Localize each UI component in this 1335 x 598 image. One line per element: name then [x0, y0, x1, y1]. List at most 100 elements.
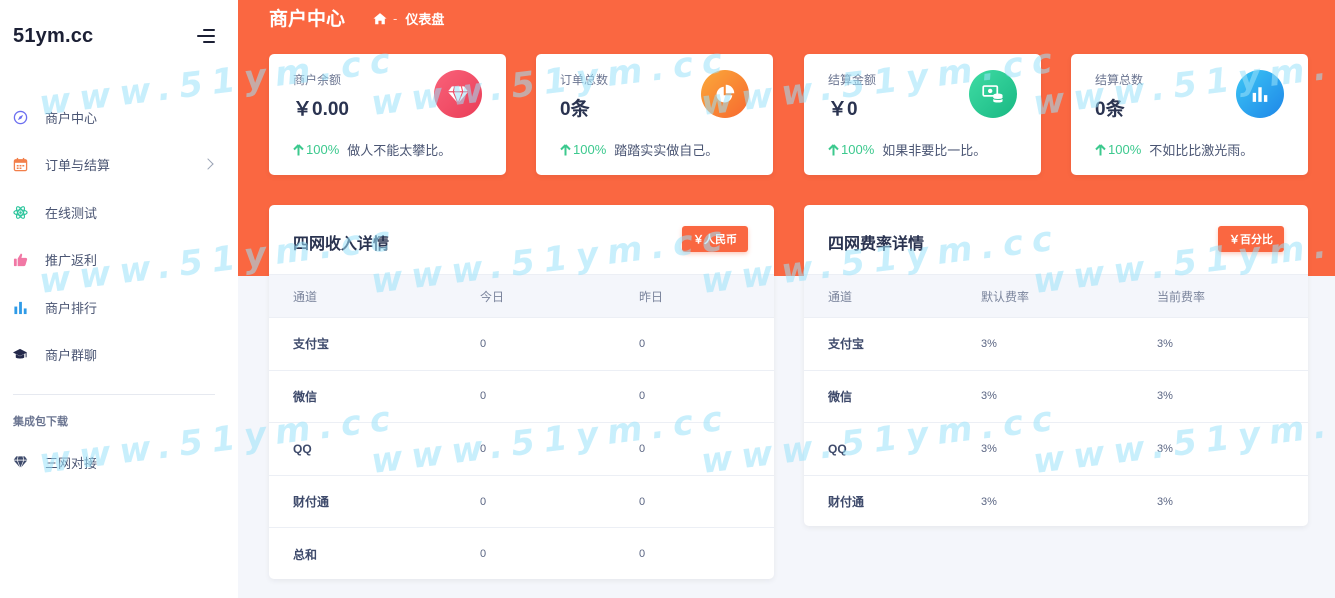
table-header: 通道 默认费率 当前费率: [804, 274, 1308, 318]
income-table: 通道 今日 昨日 支付宝 0 0 微信 0 0 QQ 0 0 财付通 0 0 总…: [269, 274, 774, 579]
channel-cell: 财付通: [828, 495, 865, 510]
chevron-right-icon: [202, 158, 214, 170]
value-cell: 3%: [981, 337, 997, 350]
bar-chart-icon: [1236, 70, 1284, 118]
table-row: 微信 0 0: [269, 370, 774, 423]
table-row: 总和 0 0: [269, 527, 774, 579]
column-header[interactable]: 昨日: [615, 274, 774, 318]
card-title: 四网收入详情: [293, 236, 390, 253]
stat-note: 不如比比激光雨。: [1149, 143, 1254, 158]
column-header[interactable]: 通道: [804, 274, 957, 318]
pie-chart-icon: [701, 70, 749, 118]
sidebar-item-group-chat[interactable]: 商户群聊: [0, 336, 238, 372]
sidebar-section-title: 集成包下载: [13, 416, 68, 428]
table-row: 财付通 3% 3%: [804, 475, 1308, 526]
percent-badge[interactable]: ￥百分比: [1218, 226, 1284, 252]
breadcrumb: - 仪表盘: [373, 9, 444, 28]
sidebar-item-label: 商户中心: [45, 110, 98, 126]
column-header[interactable]: 通道: [269, 274, 456, 318]
stat-label: 结算总数: [1095, 73, 1144, 87]
value-cell: 3%: [981, 495, 997, 508]
column-header[interactable]: 今日: [456, 274, 615, 318]
table-row: 支付宝 0 0: [269, 317, 774, 371]
sidebar-item-label: 推广返利: [45, 252, 98, 268]
menu-toggle-icon[interactable]: [195, 29, 215, 45]
graduation-cap-icon: [12, 346, 28, 362]
stat-footer: 100% 不如比比激光雨。: [1095, 140, 1253, 159]
value-cell: 0: [480, 442, 487, 455]
stat-footer: 100% 如果非要比一比。: [828, 140, 986, 159]
stat-value: ￥0: [828, 99, 858, 120]
value-cell: 0: [480, 390, 487, 403]
sidebar-item-online-test[interactable]: 在线测试: [0, 194, 238, 230]
stat-card-balance: 商户余额 ￥0.00 100% 做人不能太攀比。: [269, 54, 506, 175]
breadcrumb-current: 仪表盘: [405, 12, 445, 27]
table-header: 通道 今日 昨日: [269, 274, 774, 318]
table-row: 微信 3% 3%: [804, 370, 1308, 423]
stat-footer: 100% 踏踏实实做自己。: [560, 140, 718, 159]
channel-cell: 财付通: [293, 495, 330, 510]
value-cell: 0: [480, 337, 487, 350]
sidebar-item-orders[interactable]: 订单与结算: [0, 146, 238, 182]
channel-cell: QQ: [828, 441, 847, 456]
thumbs-up-icon: [12, 251, 28, 267]
sidebar-item-merchant-center[interactable]: 商户中心: [0, 99, 238, 135]
sidebar-item-label: 商户群聊: [45, 347, 98, 363]
stat-label: 结算金额: [828, 73, 877, 87]
value-cell: 3%: [981, 390, 997, 403]
stat-note: 做人不能太攀比。: [347, 143, 452, 158]
arrow-up-icon: [293, 143, 304, 155]
stat-change: 100%: [293, 142, 339, 157]
value-cell: 0: [639, 442, 646, 455]
channel-cell: 支付宝: [828, 337, 865, 352]
stat-value: 0条: [1095, 99, 1125, 120]
stat-card-settlement-amount: 结算金额 ￥0 100% 如果非要比一比。: [804, 54, 1041, 175]
stat-note: 如果非要比一比。: [882, 143, 987, 158]
calendar-icon: [12, 156, 28, 172]
sidebar-item-label: 商户排行: [45, 300, 98, 316]
sidebar-item-referral[interactable]: 推广返利: [0, 241, 238, 277]
bar-chart-icon: [12, 299, 28, 315]
channel-cell: 微信: [293, 389, 318, 404]
value-cell: 3%: [1157, 495, 1173, 508]
stat-label: 商户余额: [293, 73, 342, 87]
column-header[interactable]: 当前费率: [1133, 274, 1308, 318]
value-cell: 3%: [1157, 442, 1173, 455]
value-cell: 0: [639, 495, 646, 508]
brand-logo[interactable]: 51ym.cc: [13, 25, 93, 48]
table-row: 支付宝 3% 3%: [804, 317, 1308, 371]
value-cell: 3%: [981, 442, 997, 455]
value-cell: 0: [639, 337, 646, 350]
stat-note: 踏踏实实做自己。: [614, 143, 719, 158]
card-title: 四网费率详情: [828, 236, 925, 253]
value-cell: 3%: [1157, 337, 1173, 350]
currency-badge[interactable]: ￥人民币: [682, 226, 748, 252]
stat-change: 100%: [560, 142, 606, 157]
column-header[interactable]: 默认费率: [957, 274, 1133, 318]
stat-value: 0条: [560, 99, 590, 120]
stat-footer: 100% 做人不能太攀比。: [293, 140, 451, 159]
sidebar: 51ym.cc 商户中心 订单与结算 在线测试 推广返利 商户排行 商户群聊 集…: [0, 0, 238, 598]
stat-label: 订单总数: [560, 73, 609, 87]
channel-cell: 微信: [828, 389, 853, 404]
home-icon[interactable]: [373, 12, 387, 25]
arrow-up-icon: [560, 143, 571, 155]
value-cell: 0: [480, 495, 487, 508]
atom-icon: [12, 204, 28, 220]
diamond-icon: [12, 454, 28, 470]
sidebar-item-label: 在线测试: [45, 205, 98, 221]
table-row: 财付通 0 0: [269, 475, 774, 528]
sidebar-item-label: 订单与结算: [45, 157, 111, 173]
money-icon: [969, 70, 1017, 118]
table-row: QQ 3% 3%: [804, 422, 1308, 476]
sidebar-item-three-network[interactable]: 三网对接: [0, 444, 238, 480]
table-row: QQ 0 0: [269, 422, 774, 476]
rate-table-card: 四网费率详情 ￥百分比 通道 默认费率 当前费率 支付宝 3% 3% 微信 3%…: [804, 205, 1308, 526]
stat-change: 100%: [828, 142, 874, 157]
page-title: 商户中心: [269, 9, 346, 30]
sidebar-item-ranking[interactable]: 商户排行: [0, 289, 238, 325]
stat-change: 100%: [1095, 142, 1141, 157]
breadcrumb-separator: -: [393, 11, 398, 26]
stat-card-orders: 订单总数 0条 100% 踏踏实实做自己。: [536, 54, 773, 175]
compass-icon: [12, 109, 28, 125]
